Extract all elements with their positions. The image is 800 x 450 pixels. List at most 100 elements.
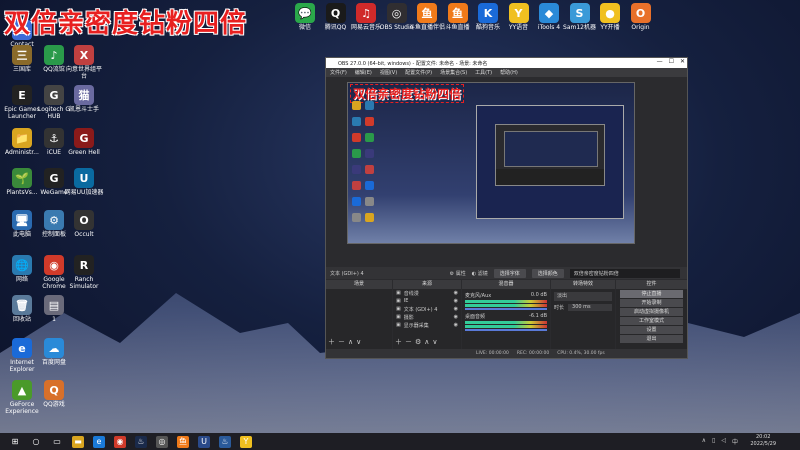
wangyi-taskbar-icon[interactable]: U xyxy=(198,435,210,448)
chrome-icon[interactable]: ◉ xyxy=(114,435,126,448)
obs-titlebar[interactable]: OBS 27.0.0 (64-bit, windows) - 配置文件: 未命名… xyxy=(326,58,687,68)
preview-mini-icon xyxy=(352,197,361,206)
obs-menubar: 文件(F) 编辑(E) 视图(V) 配置文件(P) 场景集合(S) 工具(T) 帮助(H) xyxy=(326,68,687,77)
menu-item-5[interactable]: 工具(T) xyxy=(475,69,492,76)
control-button-5[interactable]: 退出 xyxy=(620,335,683,343)
eye-icon[interactable]: ◉ xyxy=(454,290,458,296)
properties-button[interactable]: ⚙ 属性 xyxy=(450,270,466,277)
wenku-icon: 三 xyxy=(12,45,32,65)
network-icon[interactable]: ▯ xyxy=(712,437,715,446)
desktop-icon-label: 凯恩斗士手 xyxy=(68,106,99,113)
controls-list: 停止直播 开始录制 启动虚拟摄像机 工作室模式 设置 退出 xyxy=(616,290,687,343)
ime-icon[interactable]: 中 xyxy=(732,437,738,446)
eye-icon[interactable]: ◉ xyxy=(454,322,458,328)
menu-item-0[interactable]: 文件(F) xyxy=(330,69,347,76)
minimize-icon[interactable]: — xyxy=(657,58,663,65)
rec-status: REC: 00:00:00 xyxy=(516,351,550,356)
control-button-0[interactable]: 停止直播 xyxy=(620,290,683,298)
maximize-icon[interactable]: ☐ xyxy=(669,58,674,65)
origin-icon: O xyxy=(630,3,651,23)
desktop-icon-label: Occult xyxy=(74,231,94,238)
transitions-dock: 转场特效 淡出 时长 300 ms xyxy=(551,280,615,349)
control-button-1[interactable]: 开始录制 xyxy=(620,299,683,307)
eye-icon[interactable]: ◉ xyxy=(454,314,458,320)
control-button-2[interactable]: 启动虚拟摄像机 xyxy=(620,308,683,316)
system-tray[interactable]: ∧ ▯ ◁ 中 xyxy=(702,437,738,446)
obs-preview[interactable]: 双倍亲密度钻粉四倍 xyxy=(347,82,635,244)
cpu-status: CPU: 0.4%, 30.00 fps xyxy=(557,351,605,356)
menu-item-1[interactable]: 编辑(E) xyxy=(355,69,372,76)
yykaibo-icon: ● xyxy=(600,3,620,23)
desktop-icon-qqgame[interactable]: Q QQ游戏 xyxy=(34,380,74,408)
chevron-up-icon[interactable]: ∧ xyxy=(702,437,706,446)
clock[interactable]: 20:02 2022/5/29 xyxy=(750,434,776,448)
desktop-icon-occult[interactable]: O Occult xyxy=(64,210,104,238)
douyu-taskbar-icon[interactable]: 鱼 xyxy=(177,435,189,448)
eye-icon[interactable]: ◉ xyxy=(454,306,458,312)
desktop-icon-ranch[interactable]: R Ranch Simulator xyxy=(64,255,104,290)
recycle-icon: 🗑 xyxy=(12,295,32,315)
desktop-icon-wangyi[interactable]: U 网易UU加速器 xyxy=(64,168,104,196)
source-item[interactable]: ▣ 音线漫 ◉ xyxy=(393,289,461,297)
steam-icon[interactable]: ♨ xyxy=(135,435,147,448)
desktop-icon-greenhell[interactable]: G Green Hell xyxy=(64,128,104,156)
wegame-icon: G xyxy=(44,168,64,188)
source-item[interactable]: ▣ 摄影 ◉ xyxy=(393,313,461,321)
edge-icon[interactable]: e xyxy=(93,435,105,448)
ie-icon: e xyxy=(12,338,32,358)
channel-level: 0.0 dB xyxy=(530,292,547,298)
text-field[interactable]: 双倍亲密度钻粉四倍 xyxy=(569,268,680,278)
scenes-controls[interactable]: ＋－∧∨ xyxy=(328,337,364,347)
eye-icon[interactable]: ◉ xyxy=(454,298,458,304)
volume-icon[interactable]: ◁ xyxy=(721,437,726,446)
desktop-icon-label: Ranch Simulator xyxy=(69,276,99,290)
select-color-button[interactable]: 选择颜色 xyxy=(531,268,564,278)
desktop-icon-xiao[interactable]: X 向意世界组平台 xyxy=(64,45,104,80)
douyu2-icon: 鱼 xyxy=(447,3,468,23)
volume-meter xyxy=(465,321,547,324)
filters-button[interactable]: ◐ 滤镜 xyxy=(472,270,488,277)
select-font-button[interactable]: 选择字体 xyxy=(493,268,526,278)
explorer-icon[interactable]: ▬ xyxy=(72,435,84,448)
menu-item-3[interactable]: 配置文件(P) xyxy=(405,69,432,76)
qqgame-icon: Q xyxy=(44,380,64,400)
windows-start-icon[interactable]: ⊞ xyxy=(9,436,21,448)
ranch-icon: R xyxy=(74,255,94,275)
sources-controls[interactable]: ＋－⚙∧∨ xyxy=(395,337,441,347)
source-label: 音线漫 xyxy=(403,290,419,297)
top-icon-origin[interactable]: O Origin xyxy=(621,3,661,31)
menu-item-2[interactable]: 视图(V) xyxy=(380,69,397,76)
obs-docks: 场景 ＋－∧∨ 来源 ▣ 音线漫 ◉ ▣ IE ◉ ▣ 文本 (GDI+) 4 ◉ ▣ 摄影 ◉ ▣ 显示… xyxy=(326,280,687,349)
sources-list: ▣ 音线漫 ◉ ▣ IE ◉ ▣ 文本 (GDI+) 4 ◉ ▣ 摄影 ◉ ▣ 显示器采集 ◉ xyxy=(393,289,461,329)
volume-slider[interactable] xyxy=(465,308,547,310)
obs-title: OBS 27.0.0 (64-bit, windows) - 配置文件: 未命名… xyxy=(338,60,488,67)
desktop-icon-baidu[interactable]: ☁ 百度网盘 xyxy=(34,338,74,366)
desktop-icon-file[interactable]: ▤ 1 xyxy=(34,295,74,323)
menu-item-4[interactable]: 场景集合(S) xyxy=(440,69,467,76)
source-item[interactable]: ▣ 文本 (GDI+) 4 ◉ xyxy=(393,305,461,313)
nested-obs-window xyxy=(495,124,605,186)
yy-taskbar-icon[interactable]: Y xyxy=(240,435,252,448)
control-button-4[interactable]: 设置 xyxy=(620,326,683,334)
scenes-header: 场景 xyxy=(326,280,392,289)
menu-item-6[interactable]: 帮助(H) xyxy=(500,69,518,76)
control-button-3[interactable]: 工作室模式 xyxy=(620,317,683,325)
tqq-icon: Q xyxy=(325,3,346,23)
preview-mini-icon xyxy=(365,117,374,126)
transition-select[interactable]: 淡出 xyxy=(554,292,612,301)
volume-slider[interactable] xyxy=(465,329,547,331)
source-item[interactable]: ▣ 显示器采集 ◉ xyxy=(393,321,461,329)
desktop-icon-zeneko[interactable]: 猫凯恩斗士手 xyxy=(64,85,104,113)
obs-window[interactable]: OBS 27.0.0 (64-bit, windows) - 配置文件: 未命名… xyxy=(325,57,688,359)
search-icon[interactable]: ○ xyxy=(30,436,42,448)
occult-icon: O xyxy=(74,210,94,230)
volume-meter xyxy=(465,304,547,307)
steam-client-icon[interactable]: ♨ xyxy=(219,435,231,448)
close-icon[interactable]: ✕ xyxy=(680,58,685,65)
volume-meter xyxy=(465,325,547,328)
duration-input[interactable]: 300 ms xyxy=(568,304,612,311)
task-view-icon[interactable]: ▭ xyxy=(51,436,63,448)
obs-taskbar-icon[interactable]: ◎ xyxy=(156,435,168,448)
source-item[interactable]: ▣ IE ◉ xyxy=(393,297,461,305)
channel-level: -6.1 dB xyxy=(529,313,547,319)
